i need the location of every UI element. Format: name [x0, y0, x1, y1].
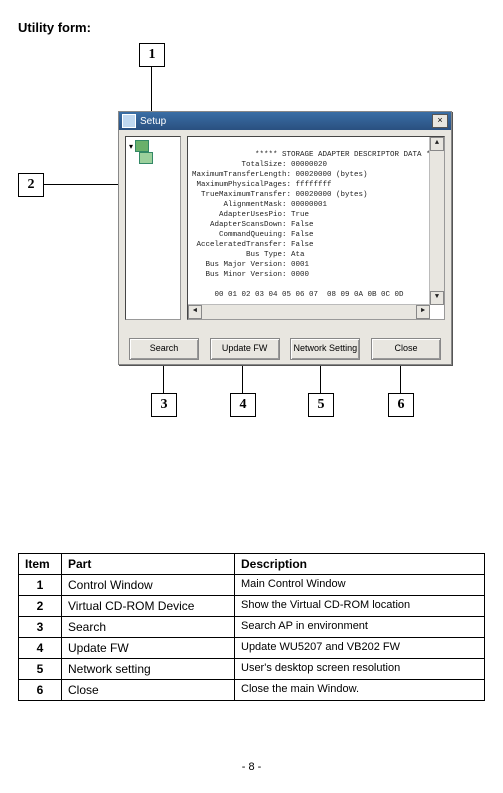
- cell-item: 6: [19, 680, 62, 701]
- window-close-button[interactable]: ×: [432, 114, 448, 128]
- table-row: 1 Control Window Main Control Window: [19, 575, 485, 596]
- cell-desc: Main Control Window: [235, 575, 485, 596]
- cell-desc: Update WU5207 and VB202 FW: [235, 638, 485, 659]
- app-icon: [122, 114, 136, 128]
- scroll-up-icon[interactable]: ▲: [430, 137, 444, 151]
- cell-part: Virtual CD-ROM Device: [62, 596, 235, 617]
- description-table: Item Part Description 1 Control Window M…: [18, 553, 485, 701]
- update-fw-button[interactable]: Update FW: [210, 338, 280, 360]
- section-title: Utility form:: [18, 20, 485, 35]
- callout-2: 2: [18, 173, 44, 197]
- table-row: 6 Close Close the main Window.: [19, 680, 485, 701]
- callout-4: 4: [230, 393, 256, 417]
- col-part: Part: [62, 554, 235, 575]
- cell-item: 3: [19, 617, 62, 638]
- cell-item: 1: [19, 575, 62, 596]
- device-icon: [139, 152, 153, 164]
- page-number: - 8 -: [18, 761, 485, 773]
- scroll-left-icon[interactable]: ◄: [188, 305, 202, 319]
- descriptor-text: ***** STORAGE ADAPTER DESCRIPTOR DATA * …: [192, 151, 431, 319]
- cell-desc: Close the main Window.: [235, 680, 485, 701]
- table-row: 4 Update FW Update WU5207 and VB202 FW: [19, 638, 485, 659]
- cell-desc: Show the Virtual CD-ROM location: [235, 596, 485, 617]
- search-button[interactable]: Search: [129, 338, 199, 360]
- setup-window: Setup × ▾ ***** STORAGE ADAPTER DESCRIPT…: [118, 111, 452, 365]
- titlebar: Setup ×: [119, 112, 451, 130]
- scrollbar-vertical[interactable]: ▲ ▼: [429, 137, 444, 305]
- table-row: 5 Network setting User's desktop screen …: [19, 659, 485, 680]
- scroll-right-icon[interactable]: ►: [416, 305, 430, 319]
- callout-5: 5: [308, 393, 334, 417]
- cell-part: Close: [62, 680, 235, 701]
- col-item: Item: [19, 554, 62, 575]
- data-pane: ***** STORAGE ADAPTER DESCRIPTOR DATA * …: [187, 136, 445, 320]
- close-button[interactable]: Close: [371, 338, 441, 360]
- callout-1: 1: [139, 43, 165, 67]
- cell-item: 4: [19, 638, 62, 659]
- table-row: 2 Virtual CD-ROM Device Show the Virtual…: [19, 596, 485, 617]
- cell-desc: Search AP in environment: [235, 617, 485, 638]
- scroll-down-icon[interactable]: ▼: [430, 291, 444, 305]
- cell-part: Network setting: [62, 659, 235, 680]
- col-desc: Description: [235, 554, 485, 575]
- tree-item[interactable]: [129, 152, 177, 164]
- callout-6: 6: [388, 393, 414, 417]
- cell-part: Control Window: [62, 575, 235, 596]
- device-tree[interactable]: ▾: [125, 136, 181, 320]
- tree-item[interactable]: ▾: [129, 140, 177, 152]
- network-setting-button[interactable]: Network Setting: [290, 338, 360, 360]
- cell-item: 5: [19, 659, 62, 680]
- device-icon: [135, 140, 149, 152]
- button-row: Search Update FW Network Setting Close: [119, 332, 451, 360]
- window-title: Setup: [140, 116, 166, 127]
- table-row: 3 Search Search AP in environment: [19, 617, 485, 638]
- cell-item: 2: [19, 596, 62, 617]
- cell-part: Update FW: [62, 638, 235, 659]
- callout-3: 3: [151, 393, 177, 417]
- cell-part: Search: [62, 617, 235, 638]
- cell-desc: User's desktop screen resolution: [235, 659, 485, 680]
- scrollbar-horizontal[interactable]: ◄ ►: [188, 304, 430, 319]
- utility-diagram: 1 2 Setup × ▾ ***** STORAGE ADAPTER D: [18, 43, 478, 423]
